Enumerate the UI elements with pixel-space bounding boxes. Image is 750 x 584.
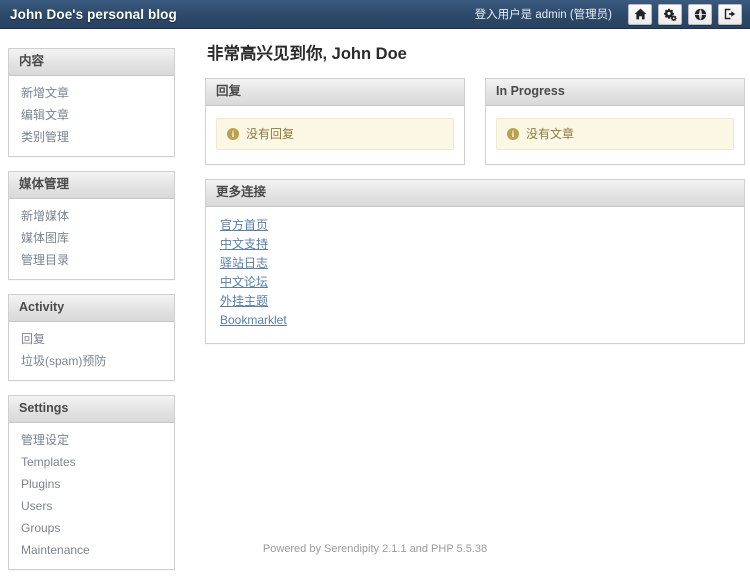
sidebar-panel-body: 新增文章 编辑文章 类别管理	[9, 76, 174, 156]
link-official-homepage[interactable]: 官方首页	[220, 217, 268, 234]
dashboard-card-row: 回复 i 没有回复 In Progress i 没有文章	[205, 78, 745, 179]
sidebar-item-plugins[interactable]: Plugins	[9, 473, 174, 495]
sidebar-item-groups[interactable]: Groups	[9, 517, 174, 539]
more-links-body: 官方首页 中文支持 驿站日志 中文论坛 外挂主题 Bookmarklet	[206, 207, 744, 343]
in-progress-card-body: i 没有文章	[486, 106, 744, 164]
sidebar-panel-title: 媒体管理	[9, 172, 174, 199]
sidebar-item-manage-directories[interactable]: 管理目录	[9, 249, 174, 271]
sidebar-item-comments[interactable]: 回复	[9, 328, 174, 350]
link-chinese-forum[interactable]: 中文论坛	[220, 274, 268, 291]
more-links-panel: 更多连接 官方首页 中文支持 驿站日志 中文论坛 外挂主题 Bookmarkle…	[205, 179, 745, 344]
in-progress-card: In Progress i 没有文章	[485, 78, 745, 165]
page-title: 非常高兴见到你, John Doe	[207, 45, 407, 63]
globe-icon	[694, 8, 707, 21]
footer-powered-by-text: Powered by Serendipity 2.1.1 and PHP 5.5…	[262, 543, 488, 555]
sidebar-panel-content: 内容 新增文章 编辑文章 类别管理	[8, 48, 175, 157]
language-button[interactable]	[688, 3, 712, 25]
sidebar: 内容 新增文章 编辑文章 类别管理 媒体管理 新增媒体 媒体图库 管理目录 Ac…	[8, 48, 175, 584]
header-right-area: 登入用户是 admin (管理员)	[474, 3, 742, 25]
configuration-button[interactable]	[658, 3, 682, 25]
sidebar-panel-activity: Activity 回复 垃圾(spam)预防	[8, 294, 175, 381]
top-header-bar: John Doe's personal blog 登入用户是 admin (管理…	[0, 0, 750, 29]
sidebar-item-add-media[interactable]: 新增媒体	[9, 205, 174, 227]
site-brand-title: John Doe's personal blog	[10, 6, 177, 22]
sidebar-item-new-entry[interactable]: 新增文章	[9, 82, 174, 104]
comments-card-title: 回复	[206, 79, 464, 106]
sidebar-panel-title: Activity	[9, 295, 174, 322]
sidebar-panel-body: 新增媒体 媒体图库 管理目录	[9, 199, 174, 279]
link-station-blog[interactable]: 驿站日志	[220, 255, 268, 272]
main-content: 非常高兴见到你, John Doe 回复 i 没有回复 In Progress …	[205, 44, 745, 358]
home-button[interactable]	[628, 3, 652, 25]
no-comments-text: 没有回复	[246, 127, 295, 141]
sidebar-item-edit-entries[interactable]: 编辑文章	[9, 104, 174, 126]
logout-icon	[724, 8, 737, 20]
info-icon: i	[227, 128, 239, 140]
sidebar-item-users[interactable]: Users	[9, 495, 174, 517]
sidebar-item-configuration[interactable]: 管理设定	[9, 429, 174, 451]
link-chinese-support[interactable]: 中文支持	[220, 236, 268, 253]
no-entries-notice: i 没有文章	[496, 118, 734, 150]
logout-button[interactable]	[718, 3, 742, 25]
sidebar-item-media-library[interactable]: 媒体图库	[9, 227, 174, 249]
comments-card: 回复 i 没有回复	[205, 78, 465, 165]
no-entries-text: 没有文章	[526, 127, 575, 141]
footer: Powered by Serendipity 2.1.1 and PHP 5.5…	[0, 543, 750, 555]
comments-card-body: i 没有回复	[206, 106, 464, 164]
in-progress-card-title: In Progress	[486, 79, 744, 106]
sidebar-item-templates[interactable]: Templates	[9, 451, 174, 473]
home-icon	[634, 8, 647, 20]
sidebar-panel-title: Settings	[9, 396, 174, 423]
sidebar-panel-media: 媒体管理 新增媒体 媒体图库 管理目录	[8, 171, 175, 280]
link-plugin-themes[interactable]: 外挂主题	[220, 293, 268, 310]
logged-in-user-label: 登入用户是 admin (管理员)	[474, 9, 612, 21]
sidebar-item-categories[interactable]: 类别管理	[9, 126, 174, 148]
sidebar-item-spam-protection[interactable]: 垃圾(spam)预防	[9, 350, 174, 372]
sidebar-panel-body: 回复 垃圾(spam)预防	[9, 322, 174, 380]
info-icon: i	[507, 128, 519, 140]
sidebar-panel-title: 内容	[9, 49, 174, 76]
more-links-title: 更多连接	[206, 180, 744, 207]
gears-icon	[663, 8, 677, 21]
link-bookmarklet[interactable]: Bookmarklet	[220, 312, 287, 329]
no-comments-notice: i 没有回复	[216, 118, 454, 150]
